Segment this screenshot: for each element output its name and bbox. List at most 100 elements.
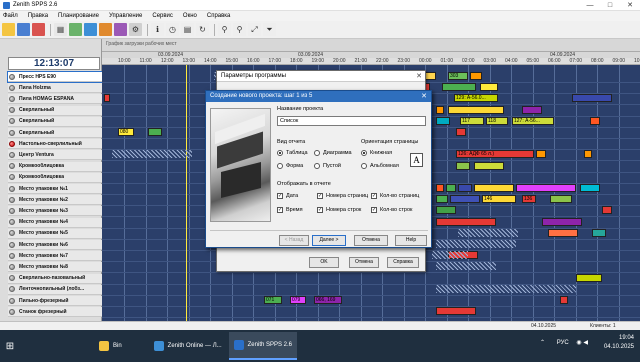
zoom-in-icon[interactable]: ⚲: [218, 23, 231, 36]
gantt-task-bar[interactable]: [148, 128, 162, 136]
radio-diagram[interactable]: [314, 150, 320, 156]
gantt-task-bar[interactable]: [580, 184, 600, 192]
gantt-task-bar[interactable]: [548, 228, 578, 237]
gantt-task-bar[interactable]: 117: [460, 116, 484, 125]
users-icon[interactable]: [114, 23, 127, 36]
resource-row[interactable]: Сверлильно-пазовальный: [8, 273, 102, 284]
gantt-task-bar[interactable]: [536, 150, 546, 159]
settings-icon[interactable]: ⚙: [129, 23, 142, 36]
gantt-task-bar[interactable]: [436, 105, 444, 114]
resource-row[interactable]: Кромкооблицовка: [8, 172, 102, 183]
radio-portrait[interactable]: [361, 150, 367, 156]
gantt-task-bar[interactable]: [516, 184, 576, 192]
gantt-task-bar[interactable]: [436, 206, 456, 215]
grid-icon[interactable]: [84, 23, 97, 36]
checkbox-row-numbers[interactable]: ✓: [317, 207, 323, 213]
info-icon[interactable]: ℹ: [151, 23, 164, 36]
gantt-task-bar[interactable]: [456, 161, 470, 170]
cancel-button[interactable]: Отмена: [354, 235, 388, 246]
close-icon[interactable]: ✕: [421, 91, 427, 102]
gantt-task-bar[interactable]: [584, 150, 592, 159]
checkbox-page-numbers[interactable]: ✓: [317, 193, 323, 199]
menu-file[interactable]: Файл: [3, 13, 18, 19]
resource-row[interactable]: Ленточнопильный (лобз...: [8, 284, 102, 295]
resource-row[interactable]: Сверлильный: [8, 128, 102, 138]
back-button[interactable]: < Назад: [279, 235, 309, 246]
taskbar-item-zenith-online[interactable]: Zenith Online — Л...: [149, 332, 227, 360]
radio-table[interactable]: [277, 150, 283, 156]
gantt-task-bar[interactable]: 129: A-56.0...: [454, 94, 498, 103]
gantt-task-bar[interactable]: [480, 83, 498, 92]
checkbox-time[interactable]: ✓: [277, 207, 283, 213]
resource-row[interactable]: Настольно-сверлильный: [8, 139, 102, 150]
gantt-task-bar[interactable]: [470, 72, 482, 80]
filter-icon[interactable]: ⏷: [263, 23, 276, 36]
menu-management[interactable]: Управление: [109, 13, 142, 19]
resource-row[interactable]: Сверлильный: [8, 116, 102, 127]
taskbar-clock[interactable]: 19:04 04.10.2025: [604, 334, 634, 352]
resource-row[interactable]: Пильно-фрезерный: [8, 296, 102, 306]
gantt-task-bar[interactable]: 146: [482, 195, 516, 204]
help-button[interactable]: Help: [395, 235, 427, 246]
resource-row[interactable]: Пила HOMAG ESPANA: [8, 94, 102, 105]
minimize-button[interactable]: —: [580, 2, 600, 9]
gantt-task-bar[interactable]: [104, 94, 110, 103]
resource-row[interactable]: Место упаковки №6: [8, 240, 102, 250]
menu-service[interactable]: Сервис: [152, 13, 173, 19]
menu-help[interactable]: Справка: [207, 13, 231, 19]
gantt-task-bar[interactable]: [456, 128, 466, 136]
gantt-task-bar[interactable]: 066, 169: [314, 296, 342, 304]
project-name-input[interactable]: Список: [277, 116, 426, 126]
resource-row[interactable]: Кромкооблицовка: [8, 161, 102, 172]
checkbox-page-count[interactable]: ✓: [371, 193, 377, 199]
resource-row[interactable]: Место упаковки №4: [8, 217, 102, 228]
resource-row[interactable]: Место упаковки №7: [8, 251, 102, 262]
gantt-task-bar[interactable]: [448, 105, 504, 114]
resource-row[interactable]: Место упаковки №8: [8, 262, 102, 273]
print-icon[interactable]: [32, 23, 45, 36]
menu-window[interactable]: Окно: [183, 13, 197, 19]
resource-row[interactable]: Пресс HPS E90: [7, 71, 103, 83]
gantt-task-bar[interactable]: [436, 184, 444, 192]
resource-row[interactable]: Центр Ventura: [8, 150, 102, 161]
gantt-task-bar[interactable]: [560, 296, 568, 304]
gantt-task-bar[interactable]: [592, 228, 606, 237]
close-button[interactable]: ✕: [620, 1, 640, 9]
menu-edit[interactable]: Правка: [28, 13, 48, 19]
gantt-task-bar[interactable]: [458, 184, 472, 192]
gantt-task-bar[interactable]: [572, 94, 612, 103]
cancel-button[interactable]: Отмена: [349, 257, 379, 268]
gantt-task-bar[interactable]: [474, 161, 504, 170]
radio-empty[interactable]: [314, 163, 320, 169]
resource-row[interactable]: Место упаковки №1: [8, 184, 102, 194]
gantt-task-bar[interactable]: 071: [264, 296, 282, 304]
taskbar-item-zenith-spps[interactable]: Zenith SPPS 2.6: [228, 332, 297, 360]
open-folder-icon[interactable]: [2, 23, 15, 36]
tab-workload-chart[interactable]: График загрузки рабочих мест: [106, 41, 177, 47]
radio-landscape[interactable]: [361, 163, 367, 169]
gantt-task-bar[interactable]: 303: [448, 72, 468, 80]
help-button[interactable]: Справка: [387, 257, 419, 268]
gantt-task-bar[interactable]: [602, 206, 612, 215]
resource-row[interactable]: Место упаковки №5: [8, 228, 102, 239]
gantt-task-bar[interactable]: 136: [522, 195, 536, 204]
network-icon[interactable]: ◉: [576, 340, 581, 346]
gantt-task-bar[interactable]: [576, 273, 602, 282]
next-button[interactable]: Далее >: [312, 235, 346, 246]
volume-icon[interactable]: ◀: [583, 340, 588, 346]
save-icon[interactable]: [17, 23, 30, 36]
zoom-out-icon[interactable]: ⚲: [233, 23, 246, 36]
chart-icon[interactable]: [99, 23, 112, 36]
taskbar-item-bin[interactable]: Bin: [94, 332, 127, 360]
taskbar-search[interactable]: [22, 332, 92, 360]
gantt-task-bar[interactable]: [446, 184, 456, 192]
calculator-icon[interactable]: ▦: [54, 23, 67, 36]
gantt-task-bar[interactable]: [474, 184, 514, 192]
gantt-task-bar[interactable]: [550, 195, 572, 204]
start-button[interactable]: ⊞: [0, 332, 20, 360]
gantt-task-bar[interactable]: 118: [486, 116, 508, 125]
gantt-task-bar[interactable]: [542, 217, 582, 226]
chevron-up-icon[interactable]: ⌃: [540, 340, 545, 346]
gantt-task-bar[interactable]: 079: [290, 296, 306, 304]
check-icon[interactable]: [69, 23, 82, 36]
